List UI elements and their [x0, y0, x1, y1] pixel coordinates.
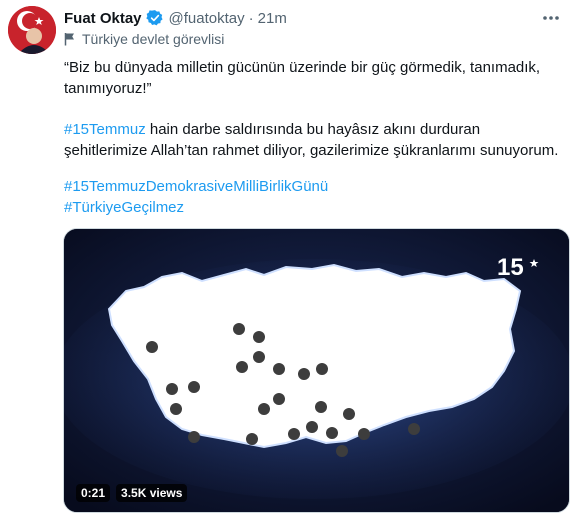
- tweet-header: Fuat Oktay @fuatoktay · 21m: [64, 8, 567, 28]
- hashtag-turkiyegecilmez[interactable]: #TürkiyeGeçilmez: [64, 199, 184, 216]
- video-frame: 15: [64, 229, 569, 512]
- account-label-text: Türkiye devlet görevlisi: [82, 31, 225, 47]
- tweet-hashtags: #15TemmuzDemokrasiveMilliBirlikGünü #Tür…: [64, 176, 564, 218]
- tweet-time[interactable]: 21m: [258, 10, 287, 27]
- account-label[interactable]: Türkiye devlet görevlisi: [64, 31, 224, 47]
- author-avatar[interactable]: [8, 6, 56, 54]
- video-views: 3.5K views: [116, 484, 188, 502]
- tweet-paragraph-2: #15Temmuz hain darbe saldırısında bu hay…: [64, 119, 564, 161]
- hashtag-15temmuz[interactable]: #15Temmuz: [64, 121, 146, 138]
- tweet-quote: “Biz bu dünyada milletin gücünün üzerind…: [64, 59, 541, 97]
- author-handle[interactable]: @fuatoktay: [169, 10, 245, 27]
- hashtag-demokrasi[interactable]: #15TemmuzDemokrasiveMilliBirlikGünü: [64, 178, 328, 195]
- video-player[interactable]: 15 0:21 3.5K views: [63, 228, 570, 513]
- more-options-icon[interactable]: [539, 8, 563, 28]
- logo-text: 15: [497, 254, 524, 281]
- video-overlay: 0:21 3.5K views: [76, 484, 193, 502]
- verified-badge-icon: [145, 9, 164, 27]
- video-duration: 0:21: [76, 484, 111, 502]
- separator-dot: ·: [248, 9, 254, 27]
- author-name[interactable]: Fuat Oktay: [64, 10, 142, 27]
- flag-icon: [64, 33, 74, 46]
